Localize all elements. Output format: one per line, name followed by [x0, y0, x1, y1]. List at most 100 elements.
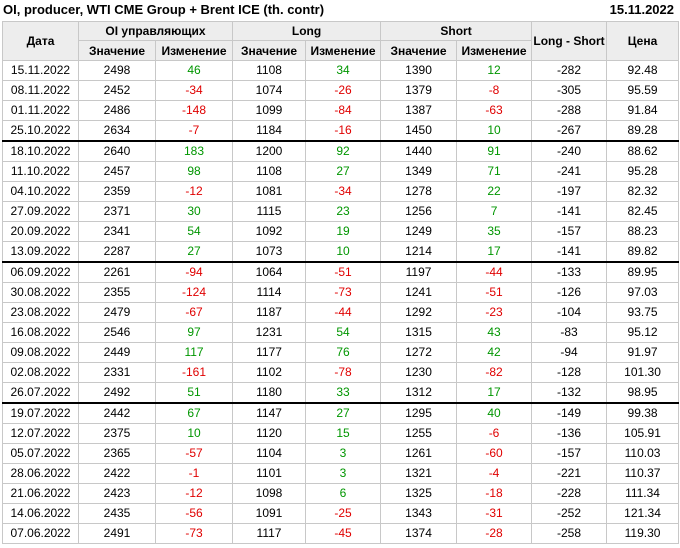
cell-long-short: -136 — [531, 423, 608, 444]
cell-oi-value: 2422 — [78, 463, 156, 484]
cell-short-value: 1325 — [380, 483, 458, 504]
cell-long-change: 19 — [305, 221, 382, 242]
cell-short-change: -18 — [456, 483, 533, 504]
cell-long-change: -51 — [305, 261, 382, 283]
table-row: 25.10.2022 2634 -7 1184 -16 1450 10 -267 89.28 — [2, 120, 680, 142]
cell-price: 82.45 — [606, 201, 680, 222]
cell-long-value: 1117 — [232, 523, 307, 544]
cell-short-change: -31 — [456, 503, 533, 524]
cell-oi-value: 2365 — [78, 443, 156, 464]
table-row: 28.06.2022 2422 -1 1101 3 1321 -4 -221 110.37 — [2, 463, 680, 484]
cell-short-value: 1295 — [380, 402, 458, 424]
cell-price: 88.62 — [606, 140, 680, 162]
cell-oi-value: 2371 — [78, 201, 156, 222]
table-row: 26.07.2022 2492 51 1180 33 1312 17 -132 98.95 — [2, 382, 680, 404]
table-row: 02.08.2022 2331 -161 1102 -78 1230 -82 -128 101.… — [2, 362, 680, 383]
cell-long-change: -84 — [305, 100, 382, 121]
cell-long-change: 3 — [305, 443, 382, 464]
cell-long-change: 6 — [305, 483, 382, 504]
cell-price: 95.28 — [606, 161, 680, 182]
cell-date: 14.06.2022 — [2, 503, 79, 524]
cell-short-value: 1292 — [380, 302, 458, 323]
cell-long-value: 1092 — [232, 221, 307, 242]
cell-price: 91.97 — [606, 342, 680, 363]
cell-long-value: 1099 — [232, 100, 307, 121]
cell-long-short: -221 — [531, 463, 608, 484]
cell-oi-value: 2355 — [78, 282, 156, 303]
cell-short-value: 1321 — [380, 463, 458, 484]
col-group-short: Short — [380, 21, 533, 41]
cell-oi-change: -94 — [154, 261, 234, 283]
cell-long-value: 1180 — [232, 382, 307, 404]
cell-oi-value: 2479 — [78, 302, 156, 323]
table-row: 20.09.2022 2341 54 1092 19 1249 35 -157 88.23 — [2, 221, 680, 242]
cell-long-change: 3 — [305, 463, 382, 484]
cell-long-change: 92 — [305, 140, 382, 162]
cell-long-short: -94 — [531, 342, 608, 363]
cell-oi-change: 30 — [154, 201, 234, 222]
cell-oi-change: -12 — [154, 483, 234, 504]
cell-long-value: 1108 — [232, 161, 307, 182]
cell-date: 05.07.2022 — [2, 443, 79, 464]
cell-long-change: 23 — [305, 201, 382, 222]
cell-long-value: 1114 — [232, 282, 307, 303]
cell-long-short: -149 — [531, 402, 608, 424]
cell-short-value: 1315 — [380, 322, 458, 343]
cell-short-change: -82 — [456, 362, 533, 383]
cell-date: 15.11.2022 — [2, 60, 79, 81]
col-header-oi-value: Значение — [78, 40, 156, 61]
cell-long-short: -83 — [531, 322, 608, 343]
cell-long-change: -26 — [305, 80, 382, 101]
header-row-groups: Дата OI управляющих Long Short Long - Sh… — [2, 21, 680, 61]
table-row: 01.11.2022 2486 -148 1099 -84 1387 -63 -288 91.8… — [2, 100, 680, 121]
cell-oi-value: 2375 — [78, 423, 156, 444]
table-row: 09.08.2022 2449 117 1177 76 1272 42 -94 91.97 — [2, 342, 680, 363]
cell-long-value: 1231 — [232, 322, 307, 343]
cell-long-change: 33 — [305, 382, 382, 404]
cell-oi-value: 2491 — [78, 523, 156, 544]
table-row: 12.07.2022 2375 10 1120 15 1255 -6 -136 105.91 — [2, 423, 680, 444]
cell-long-value: 1115 — [232, 201, 307, 222]
cell-oi-change: -12 — [154, 181, 234, 202]
cell-long-short: -267 — [531, 120, 608, 142]
cell-date: 23.08.2022 — [2, 302, 79, 323]
cell-short-value: 1374 — [380, 523, 458, 544]
cell-long-value: 1098 — [232, 483, 307, 504]
cell-long-change: 76 — [305, 342, 382, 363]
cell-oi-change: 46 — [154, 60, 234, 81]
table-row: 21.06.2022 2423 -12 1098 6 1325 -18 -228 111.34 — [2, 483, 680, 504]
cell-short-change: 17 — [456, 382, 533, 404]
col-header-long-value: Значение — [232, 40, 307, 61]
table-row: 15.11.2022 2498 46 1108 34 1390 12 -282 92.48 — [2, 60, 680, 81]
cell-date: 12.07.2022 — [2, 423, 79, 444]
cell-short-value: 1256 — [380, 201, 458, 222]
cell-short-change: 22 — [456, 181, 533, 202]
cell-short-change: -60 — [456, 443, 533, 464]
cell-oi-value: 2341 — [78, 221, 156, 242]
cell-long-short: -133 — [531, 261, 608, 283]
cell-price: 93.75 — [606, 302, 680, 323]
cell-price: 88.23 — [606, 221, 680, 242]
col-group-oi: OI управляющих — [77, 21, 234, 41]
cell-oi-value: 2435 — [78, 503, 156, 524]
cell-long-short: -282 — [531, 60, 608, 81]
cell-long-short: -240 — [531, 140, 608, 162]
table-row: 27.09.2022 2371 30 1115 23 1256 7 -141 82.45 — [2, 201, 680, 222]
cell-short-value: 1261 — [380, 443, 458, 464]
cell-short-value: 1278 — [380, 181, 458, 202]
table-row: 18.10.2022 2640 183 1200 92 1440 91 -240 88.62 — [2, 140, 680, 162]
cell-oi-change: 97 — [154, 322, 234, 343]
cell-long-change: 34 — [305, 60, 382, 81]
cell-long-change: -25 — [305, 503, 382, 524]
cell-long-value: 1101 — [232, 463, 307, 484]
table-row: 19.07.2022 2442 67 1147 27 1295 40 -149 99.38 — [2, 402, 680, 424]
cell-short-value: 1343 — [380, 503, 458, 524]
col-header-short-value: Значение — [380, 40, 458, 61]
cell-oi-change: -56 — [154, 503, 234, 524]
cell-oi-change: -7 — [154, 120, 234, 142]
title-bar: OI, producer, WTI CME Group + Brent ICE … — [0, 0, 680, 21]
cell-long-short: -197 — [531, 181, 608, 202]
cell-date: 26.07.2022 — [2, 382, 79, 404]
cell-date: 20.09.2022 — [2, 221, 79, 242]
cell-short-change: 12 — [456, 60, 533, 81]
